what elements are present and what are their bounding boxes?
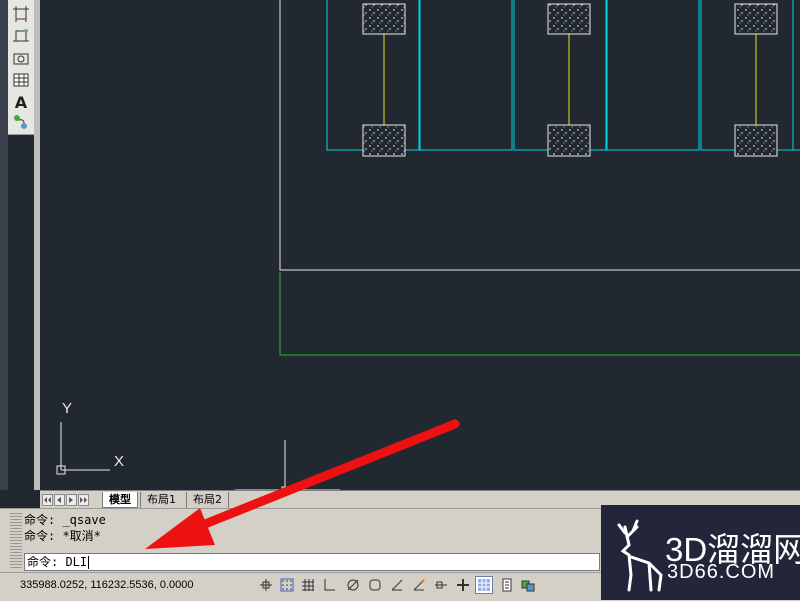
command-window-grip[interactable] <box>10 513 22 569</box>
snap-button[interactable] <box>257 576 275 594</box>
osnap-button[interactable] <box>366 576 384 594</box>
add-selected-icon[interactable] <box>11 112 31 132</box>
text-icon-glyph: A <box>14 92 28 112</box>
window-frame-icon[interactable] <box>11 4 31 24</box>
history-line: 命令: *取消* <box>24 529 101 543</box>
text-caret <box>88 556 90 569</box>
table-icon[interactable] <box>11 70 31 90</box>
left-frame <box>0 0 8 490</box>
ortho-button[interactable] <box>320 576 338 594</box>
ducs-button[interactable] <box>410 576 428 594</box>
last-tab-button[interactable] <box>78 494 89 506</box>
selection-cycling-button[interactable] <box>519 576 537 594</box>
polar-button[interactable] <box>344 576 362 594</box>
history-line: 命令: _qsave <box>24 513 106 527</box>
ucs-icon <box>56 422 110 475</box>
drawing-canvas[interactable]: Y X <box>40 0 800 490</box>
tab-model[interactable]: 模型 <box>102 492 138 508</box>
otrack-button[interactable] <box>388 576 406 594</box>
command-history: 命令: _qsave 命令: *取消* <box>24 512 604 550</box>
site-logo: 3D溜溜网 3D66.COM <box>601 505 800 600</box>
command-input[interactable]: 命令: DLI <box>24 553 600 571</box>
ucs-x-label: X <box>114 453 125 470</box>
draw-toolbar: A <box>8 0 35 135</box>
grid-button[interactable] <box>278 576 296 594</box>
text-icon[interactable]: A <box>11 92 31 112</box>
image-clip-icon[interactable] <box>11 48 31 68</box>
tab-layout1[interactable]: 布局1 <box>140 492 182 508</box>
drawing-geometry <box>56 0 800 490</box>
lineweight-button[interactable] <box>454 576 472 594</box>
transparency-button[interactable] <box>475 576 493 594</box>
clipped-frame-icon[interactable] <box>11 26 31 46</box>
first-tab-button[interactable] <box>42 494 53 506</box>
command-prompt: 命令: <box>27 555 66 569</box>
deer-logo-icon <box>617 519 663 592</box>
quick-properties-button[interactable] <box>498 576 516 594</box>
next-tab-button[interactable] <box>66 494 77 506</box>
grid-display-button[interactable] <box>299 576 317 594</box>
ucs-y-label: Y <box>62 400 73 417</box>
command-input-value: DLI <box>65 555 88 569</box>
dyn-button[interactable] <box>432 576 450 594</box>
prev-tab-button[interactable] <box>54 494 65 506</box>
coordinate-readout: 335988.0252, 116232.5536, 0.0000 <box>20 579 194 591</box>
logo-sub-text: 3D66.COM <box>667 561 776 583</box>
tab-layout2[interactable]: 布局2 <box>186 492 229 508</box>
